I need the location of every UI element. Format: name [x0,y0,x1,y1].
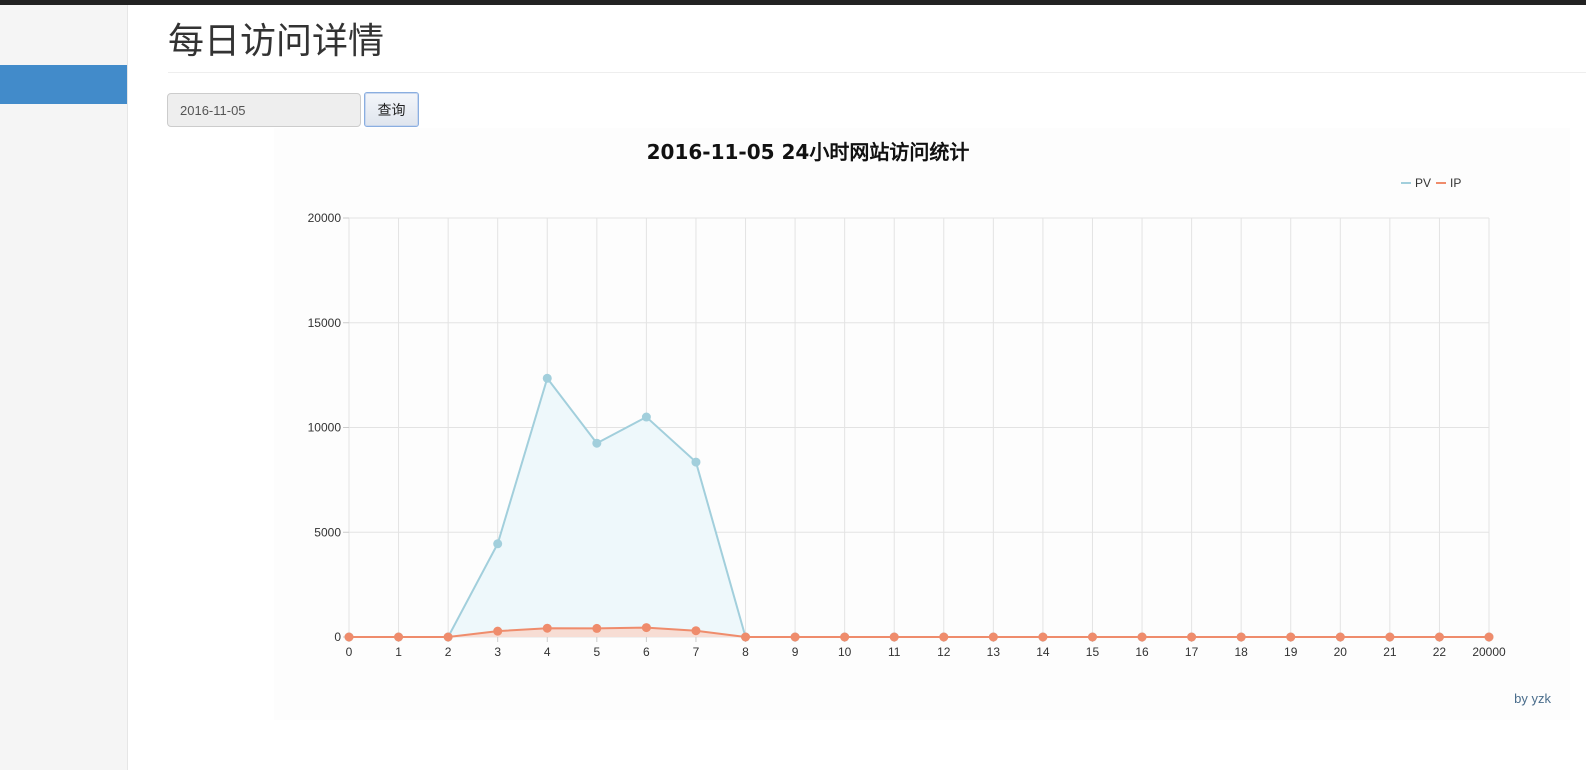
x-tick-label: 17 [1185,645,1199,659]
series-area-pv [349,378,1489,637]
x-tick-label: 7 [693,645,700,659]
data-point-ip[interactable] [741,632,751,642]
x-tick-label: 15 [1086,645,1100,659]
y-tick-label: 0 [334,630,341,644]
sidebar-item-active[interactable] [0,65,127,104]
data-point-ip[interactable] [840,632,850,642]
x-tick-label: 9 [792,645,799,659]
x-tick-label: 0 [346,645,353,659]
data-point-ip[interactable] [542,623,552,633]
chart-legend: PV IP [1401,176,1461,190]
data-point-ip[interactable] [1187,632,1197,642]
data-point-pv[interactable] [493,539,503,549]
chart-series [344,373,1494,642]
y-tick-label: 15000 [308,316,342,330]
data-point-ip[interactable] [1286,632,1296,642]
data-point-ip[interactable] [1087,632,1097,642]
x-tick-label: 6 [643,645,650,659]
x-tick-label: 20 [1334,645,1348,659]
data-point-ip[interactable] [394,632,404,642]
sidebar [0,5,128,770]
data-point-ip[interactable] [641,623,651,633]
data-point-ip[interactable] [1385,632,1395,642]
x-tick-label: 10 [838,645,852,659]
x-tick-label: 21 [1383,645,1397,659]
data-point-ip[interactable] [790,632,800,642]
x-tick-label: 18 [1234,645,1248,659]
date-input[interactable] [167,93,361,127]
data-point-ip[interactable] [691,626,701,636]
x-axis: 0 1 2 3 4 5 6 7 8 9 10 11 12 13 14 15 16 17 18 19 20 21 22 2000… [346,637,1506,659]
footer-credit: by yzk [1514,691,1551,706]
data-point-ip[interactable] [1038,632,1048,642]
data-point-ip[interactable] [1335,632,1345,642]
data-point-ip[interactable] [493,626,503,636]
data-point-ip[interactable] [592,623,602,633]
chart: 2016-11-05 24小时网站访问统计 PV IP 0500010000150… [308,140,1506,659]
data-point-pv[interactable] [641,412,651,422]
x-tick-label: 12 [937,645,951,659]
x-tick-label: 16 [1135,645,1149,659]
x-tick-label: 1 [395,645,402,659]
x-tick-label: 22 [1433,645,1447,659]
x-tick-label: 8 [742,645,749,659]
data-point-ip[interactable] [344,632,354,642]
y-tick-label: 10000 [308,421,342,435]
data-point-ip[interactable] [1434,632,1444,642]
x-tick-label: 14 [1036,645,1050,659]
data-point-pv[interactable] [691,457,701,467]
query-button[interactable]: 查询 [364,92,419,127]
x-tick-label: 20000 [1472,645,1506,659]
x-tick-label: 4 [544,645,551,659]
data-point-ip[interactable] [889,632,899,642]
data-point-ip[interactable] [1137,632,1147,642]
data-point-pv[interactable] [592,438,602,448]
legend-label-ip[interactable]: IP [1450,176,1461,190]
x-tick-label: 3 [494,645,501,659]
y-tick-label: 5000 [314,525,341,539]
chart-panel: 2016-11-05 24小时网站访问统计 PV IP 0 5000 10000 150… [274,128,1570,720]
x-tick-label: 2 [445,645,452,659]
x-tick-label: 19 [1284,645,1298,659]
x-tick-label: 5 [593,645,600,659]
title-divider [168,72,1586,73]
x-tick-label: 13 [987,645,1001,659]
page-title: 每日访问详情 [168,21,385,62]
legend-label-pv[interactable]: PV [1415,176,1431,190]
data-point-ip[interactable] [939,632,949,642]
data-point-ip[interactable] [1484,632,1494,642]
data-point-ip[interactable] [443,632,453,642]
data-point-pv[interactable] [542,373,552,383]
chart-title: 2016-11-05 24小时网站访问统计 [647,140,970,164]
y-tick-label: 20000 [308,211,342,225]
data-point-ip[interactable] [988,632,998,642]
x-tick-label: 11 [888,645,901,659]
data-point-ip[interactable] [1236,632,1246,642]
y-axis: 0 5000 10000 15000 20000 [308,211,349,644]
top-bar [0,0,1586,5]
